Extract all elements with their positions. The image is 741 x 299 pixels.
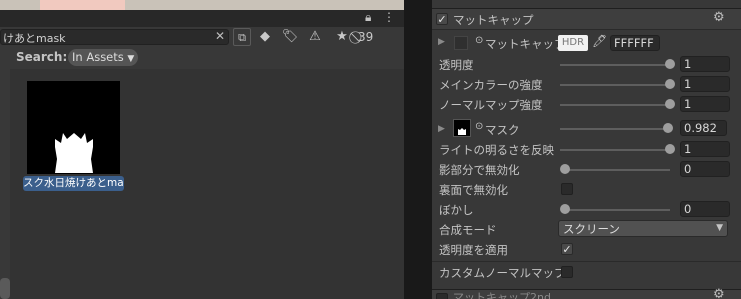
opacity-field[interactable]: 1 — [680, 56, 730, 72]
asset-name-label[interactable]: スク水日焼けあとma... — [23, 176, 124, 191]
matcap-label: マットキャップ — [485, 37, 566, 51]
custom-normal-map-label: カスタムノーマルマップ — [439, 266, 566, 280]
hidden-packages-toggle[interactable]: ⃠39 — [358, 28, 404, 46]
scene-view-strip — [0, 0, 404, 10]
hidden-count: 39 — [358, 30, 374, 44]
hex-color-field[interactable]: FFFFFF — [610, 35, 660, 51]
section-enable-checkbox[interactable]: ✓ — [436, 13, 448, 25]
backface-disable-label: 裏面で無効化 — [439, 183, 508, 197]
mask-preview-icon — [55, 133, 93, 173]
mask-field[interactable]: 0.982 — [680, 120, 727, 136]
project-panel: 🔒︎ ⋮ けあとmask ✕ ⧉ ◆ 🏷︎ ⚠︎ ★ ⃠39 Search: I… — [0, 0, 404, 299]
more-options-icon[interactable]: ⋮ — [383, 10, 395, 24]
inspector-panel: ✓ マットキャップ ⚙ ▶ ⊙ マットキャップ HDR 🖊︎ FFFFFF 透明… — [432, 0, 741, 299]
object-picker-icon[interactable]: ⊙ — [475, 121, 483, 132]
filter-by-label-icon[interactable]: 🏷︎ — [281, 28, 299, 46]
opacity-slider[interactable] — [560, 64, 670, 66]
chevron-down-icon: ▼ — [127, 54, 135, 64]
search-filter-bar: Search: In Assets ▼ — [0, 47, 404, 69]
main-color-strength-field[interactable]: 1 — [680, 76, 730, 92]
main-color-strength-slider[interactable] — [560, 84, 670, 86]
search-input-text[interactable]: けあとmask — [3, 30, 66, 46]
object-picker-icon[interactable]: ⊙ — [475, 35, 483, 46]
normal-map-strength-field[interactable]: 1 — [680, 96, 730, 112]
light-brightness-slider[interactable] — [560, 149, 670, 151]
opacity-slider-knob[interactable] — [665, 59, 675, 69]
gear-icon[interactable]: ⚙ — [713, 10, 725, 25]
backface-disable-checkbox[interactable] — [561, 183, 573, 195]
section-header[interactable]: ✓ マットキャップ ⚙ — [432, 8, 741, 30]
section-title: マットキャップ — [453, 13, 534, 27]
error-filter-icon[interactable]: ⚠︎ — [306, 28, 324, 46]
normal-map-strength-slider[interactable] — [560, 104, 670, 106]
blur-label: ぼかし — [439, 203, 474, 217]
search-input[interactable]: けあとmask ✕ — [0, 29, 229, 45]
search-window-icon[interactable]: ⧉ — [233, 28, 251, 46]
search-scope-label: Search: — [16, 50, 68, 64]
apply-opacity-label: 透明度を適用 — [439, 243, 508, 257]
eyedropper-icon[interactable]: 🖊︎ — [592, 34, 607, 48]
light-brightness-field[interactable]: 1 — [680, 141, 730, 157]
mask-slider[interactable] — [560, 128, 670, 130]
mask-slider-knob[interactable] — [663, 123, 673, 133]
matcap-row: ▶ ⊙ マットキャップ HDR 🖊︎ FFFFFF — [432, 33, 741, 53]
normal-map-strength-label: ノーマルマップ強度 — [439, 98, 543, 112]
filter-by-type-icon[interactable]: ◆ — [256, 28, 274, 46]
lock-icon[interactable]: 🔒︎ — [365, 10, 371, 25]
blend-mode-dropdown[interactable]: スクリーン ▼ — [558, 220, 728, 237]
row-separator — [432, 261, 741, 262]
blend-mode-value: スクリーン — [563, 222, 620, 236]
next-section-title: マットキャップ2nd — [453, 291, 551, 299]
blend-mode-label: 合成モード — [439, 223, 497, 237]
texture-slot[interactable] — [454, 36, 468, 50]
next-section-checkbox[interactable] — [436, 293, 448, 299]
light-brightness-label: ライトの明るさを反映 — [439, 143, 554, 157]
mask-texture-slot[interactable] — [453, 119, 471, 137]
light-brightness-knob[interactable] — [665, 144, 675, 154]
opacity-label: 透明度 — [439, 58, 474, 72]
gear-icon[interactable]: ⚙ — [713, 287, 725, 299]
panel-divider — [404, 0, 432, 299]
main-color-strength-knob[interactable] — [665, 79, 675, 89]
main-color-strength-label: メインカラーの強度 — [439, 78, 543, 92]
chevron-down-icon: ▼ — [716, 223, 723, 233]
normal-map-strength-knob[interactable] — [665, 99, 675, 109]
favorite-star-icon[interactable]: ★ — [333, 28, 351, 46]
blur-field[interactable]: 0 — [680, 201, 730, 217]
blur-slider[interactable] — [566, 209, 670, 211]
blur-slider-knob[interactable] — [560, 204, 570, 214]
apply-opacity-checkbox[interactable]: ✓ — [561, 243, 573, 255]
shadow-disable-slider[interactable] — [566, 169, 670, 171]
panel-tab-bar: 🔒︎ ⋮ — [0, 10, 404, 27]
mask-label: マスク — [485, 123, 520, 137]
next-section-header[interactable]: マットキャップ2nd ⚙ — [432, 287, 741, 299]
shadow-disable-label: 影部分で無効化 — [439, 163, 520, 177]
mask-thumbnail-icon — [458, 128, 466, 135]
scope-dropdown[interactable]: In Assets ▼ — [68, 49, 139, 66]
expand-arrow-icon[interactable]: ▶ — [438, 37, 445, 47]
expand-arrow-icon[interactable]: ▶ — [438, 124, 445, 134]
asset-thumbnail[interactable] — [27, 81, 120, 174]
clear-search-icon[interactable]: ✕ — [215, 29, 225, 43]
scope-dropdown-value: In Assets — [72, 50, 124, 64]
hdr-color-swatch[interactable]: HDR — [558, 35, 588, 51]
scrollbar[interactable] — [0, 278, 10, 299]
shadow-disable-field[interactable]: 0 — [680, 161, 730, 177]
shadow-disable-knob[interactable] — [560, 164, 570, 174]
custom-normal-map-checkbox[interactable] — [561, 266, 573, 278]
